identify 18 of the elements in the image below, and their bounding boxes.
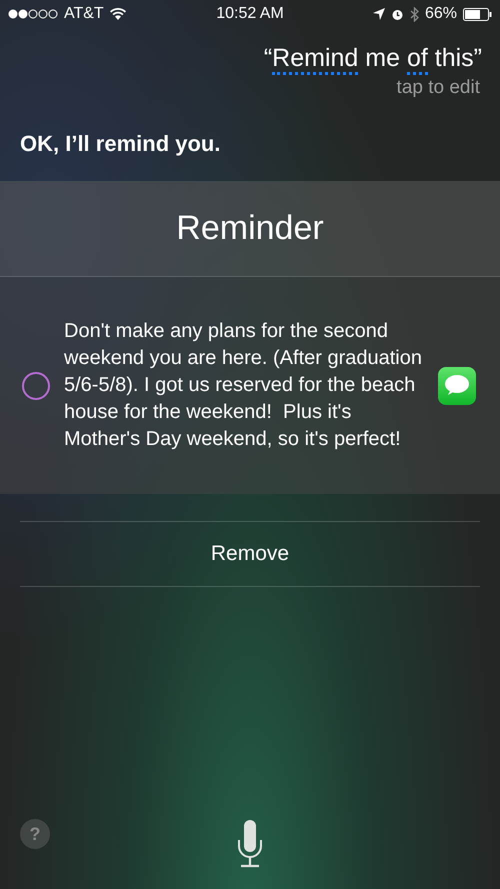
battery-icon	[463, 8, 492, 20]
spoken-query[interactable]: “Remind me of this”	[264, 28, 500, 73]
carrier-name: AT&T	[64, 5, 104, 23]
reminder-title: Reminder	[0, 181, 500, 277]
messages-icon	[438, 366, 476, 404]
tap-to-edit-hint: tap to edit	[396, 76, 481, 99]
alarm-icon	[390, 8, 404, 20]
clock-time: 10:52 AM	[216, 5, 284, 23]
bluetooth-icon	[410, 6, 419, 22]
location-arrow-icon	[372, 8, 385, 20]
microphone-icon[interactable]	[237, 820, 263, 868]
siri-response: OK, I’ll remind you.	[19, 130, 222, 158]
reminder-checkbox[interactable]	[22, 372, 50, 400]
wifi-icon	[110, 8, 126, 20]
battery-percent: 66%	[424, 5, 458, 23]
remove-button[interactable]: Remove	[20, 521, 480, 587]
reminder-text: Don't make any plans for the second weekend you are here. (After graduation 5/6-5/8). I got us reserved for the beach house for the weekend! Plus it's Mother's Day weekend, so it's perfect!	[64, 319, 423, 452]
signal-icon	[8, 9, 58, 19]
